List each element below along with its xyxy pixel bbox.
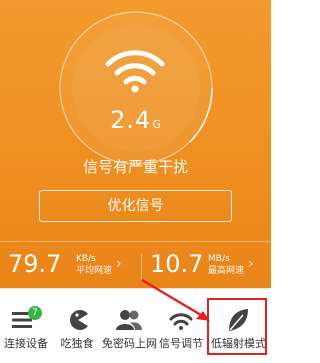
avg-speed[interactable]: 79.7 KB/s 平均网速 › <box>8 248 133 284</box>
tab-label: 吃独食 <box>60 337 94 350</box>
signal-status: 信号有严重干扰 <box>82 158 188 176</box>
tab-connected-devices[interactable]: 7 连接设备 <box>0 289 52 363</box>
chevron-right-icon: › <box>248 256 254 272</box>
pacman-icon <box>70 310 88 330</box>
band-value: 2.4 <box>110 106 152 134</box>
band-readout: 2.4G <box>0 106 271 134</box>
tab-label: 免密码上网 <box>102 337 157 350</box>
optimize-signal-button[interactable]: 优化信号 <box>39 190 232 222</box>
wifi-icon <box>105 50 165 93</box>
avg-speed-label: 平均网速 <box>76 266 113 276</box>
users-icon <box>116 310 142 330</box>
divider <box>0 241 271 242</box>
band-unit: G <box>152 118 161 131</box>
tab-label: 信号调节 <box>159 337 203 350</box>
avg-speed-value: 79.7 <box>8 250 62 278</box>
signal-panel: 2.4G 信号有严重干扰 优化信号 79.7 KB/s 平均网速 › 10.7 … <box>0 0 271 288</box>
max-speed-unit: MB/s <box>208 254 230 264</box>
speed-divider <box>141 254 142 280</box>
annotation-highlight-box <box>207 298 267 355</box>
tab-eat-alone[interactable]: 吃独食 <box>52 289 102 363</box>
chevron-right-icon: › <box>116 256 122 272</box>
max-speed-label: 最高网速 <box>208 266 245 276</box>
max-speed-value: 10.7 <box>150 250 204 278</box>
tab-label: 连接设备 <box>4 337 48 350</box>
device-count-badge: 7 <box>28 306 42 320</box>
avg-speed-unit: KB/s <box>76 254 96 264</box>
